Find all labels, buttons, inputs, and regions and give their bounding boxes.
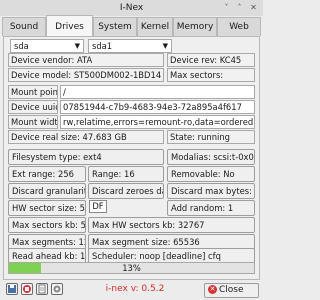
uuid-value[interactable]: 07851944-c7b9-4683-94e3-72a895a4f617	[60, 100, 255, 114]
stop-icon[interactable]	[21, 283, 33, 295]
close-button[interactable]: ✕ Close	[204, 283, 259, 298]
chevron-down-icon: ▼	[74, 42, 80, 50]
max-sectors-kb-button[interactable]: Max sectors kb: 51	[8, 217, 86, 233]
drive-select-value: sda	[14, 41, 29, 51]
state-field: State: running	[167, 130, 255, 144]
progress-label: 13%	[122, 263, 141, 273]
tab-drives[interactable]: Drives	[46, 15, 93, 37]
save-icon[interactable]	[6, 283, 18, 295]
tab-web[interactable]: Web	[217, 17, 261, 36]
tab-kernel[interactable]: Kernel	[137, 17, 173, 36]
real-size-field: Device real size: 47.683 GB	[8, 130, 164, 144]
mount-width-value[interactable]: rw,relatime,errors=remount-ro,data=order…	[60, 115, 255, 129]
vendor-field: Device vendor: ATA	[8, 53, 164, 67]
discard-zeroes-button[interactable]: Discard zeroes da	[88, 183, 164, 199]
removable-button[interactable]: Removable: No	[167, 166, 255, 182]
version-label: i-nex v: 0.5.2	[105, 284, 165, 294]
settings-icon[interactable]	[51, 283, 63, 295]
minimize-button[interactable]: ˅	[221, 2, 232, 13]
report-icon[interactable]	[36, 283, 48, 295]
close-window-button[interactable]: ✕	[248, 2, 259, 13]
maximize-button[interactable]: ˄	[234, 2, 245, 13]
partition-select[interactable]: sda1 ▼	[88, 39, 172, 53]
partition-select-value: sda1	[92, 41, 113, 51]
max-hw-sectors-kb-button[interactable]: Max HW sectors kb: 32767	[88, 217, 255, 233]
model-field: Device model: ST500DM002-1BD14	[8, 68, 164, 82]
close-button-label: Close	[219, 285, 244, 295]
drive-select[interactable]: sda ▼	[10, 39, 84, 53]
tab-memory[interactable]: Memory	[173, 17, 217, 36]
modalias-button[interactable]: Modalias: scsi:t-0x00	[167, 149, 255, 165]
fs-type-button[interactable]: Filesystem type: ext4	[8, 149, 164, 165]
usage-progress-bar: 13%	[8, 262, 255, 274]
uuid-label: Device uuid	[8, 100, 58, 114]
chevron-down-icon: ▼	[162, 42, 168, 50]
rev-field: Device rev: KC45	[167, 53, 255, 67]
ext-range-button[interactable]: Ext range: 256	[8, 166, 86, 182]
hw-sector-button[interactable]: HW sector size: 51	[8, 200, 86, 216]
discard-granularity-button[interactable]: Discard granularity	[8, 183, 86, 199]
close-icon: ✕	[208, 285, 217, 294]
discard-max-bytes-button[interactable]: Discard max bytes: 0	[167, 183, 255, 199]
max-sectors-field: Max sectors:	[167, 68, 255, 82]
range-button[interactable]: Range: 16	[88, 166, 164, 182]
mount-point-label: Mount poin	[8, 85, 58, 99]
tab-sound[interactable]: Sound	[2, 17, 46, 36]
mount-width-label: Mount widt	[8, 115, 58, 129]
tab-system[interactable]: System	[93, 17, 137, 36]
mount-point-value[interactable]: /	[60, 85, 255, 99]
tooltip: DF	[89, 200, 107, 213]
add-random-button[interactable]: Add random: 1	[167, 200, 255, 216]
